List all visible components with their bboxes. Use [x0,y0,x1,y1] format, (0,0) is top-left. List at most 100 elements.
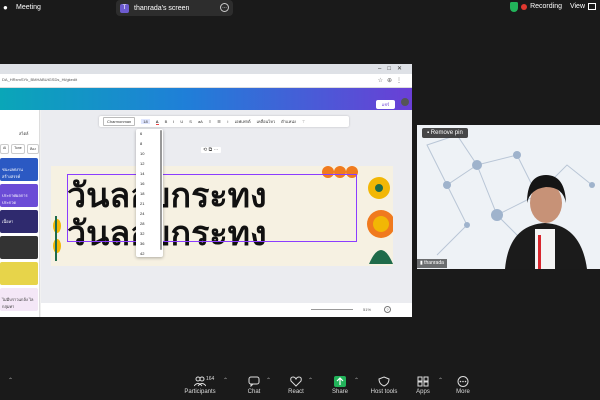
paw-icon: ● [3,3,8,12]
align-icon[interactable]: ≡ [209,119,211,124]
thumbnail-caption: เนื้อหา [2,219,14,224]
share-label: Share [331,389,348,395]
presenter [505,175,587,269]
font-size-option[interactable]: 21 [136,199,163,209]
text-toolbar: Charmonman 18 A B I U S aA ≡ ☰ ↕ เอฟเฟกต… [99,116,349,127]
template-thumbnail[interactable] [0,236,38,259]
heart-icon [290,376,302,387]
filter-chip[interactable]: Tone [11,144,25,154]
screen-share-indicator[interactable]: T thanrada's screen … [116,0,233,16]
zoom-slider[interactable] [311,309,353,310]
help-icon[interactable]: ? [384,306,391,313]
share-design-button[interactable]: แชร์ [376,100,395,109]
chevron-up-icon[interactable]: ⌃ [308,377,313,384]
font-size-option[interactable]: 28 [136,219,163,229]
font-size-option[interactable]: 6 [136,129,163,139]
meeting-top-bar: ● Meeting T thanrada's screen … Recordin… [0,0,600,16]
apps-label: Apps [416,389,430,395]
chevron-up-icon[interactable]: ⌃ [8,377,13,384]
letter-case-button[interactable]: aA [198,119,203,124]
font-size-option[interactable]: 10 [136,149,163,159]
more-options-icon[interactable]: … [220,3,229,12]
participant-name: thanrada [424,260,444,266]
font-size-option[interactable]: 14 [136,169,163,179]
participant-name-tag: ▮ thanrada [417,259,447,268]
element-quick-actions[interactable]: ⟲ ⧉ ⋯ [201,147,221,153]
canvas-heading-line-2[interactable]: วันลอยกระทง [67,206,267,260]
dropdown-scrollbar[interactable] [160,130,162,250]
apps-icon [417,376,429,387]
recording-label: Recording [530,3,562,10]
yellow-leaf-decoration [53,216,61,261]
browser-toolbar-icons[interactable]: ☆⊕⋮ [378,77,406,84]
window-controls[interactable]: –□✕ [378,65,408,72]
security-shield-icon[interactable] [510,2,518,12]
zoom-level[interactable]: 51% [363,307,371,312]
effects-button[interactable]: เอฟเฟกต์ [235,118,251,125]
participant-video-tile[interactable]: ▪ Remove pin ▮ thanrada [417,125,600,269]
close-icon[interactable] [401,98,409,106]
filter-chip[interactable]: Al [0,144,10,154]
font-select[interactable]: Charmonman [103,117,136,126]
chat-icon [248,376,260,387]
paint-format-icon[interactable]: ⊤ [302,119,305,124]
screen-owner-avatar: T [120,3,129,13]
browser-tab-bar: –□✕ [0,64,412,74]
template-thumbnail[interactable] [0,262,38,285]
font-size-option[interactable]: 8 [136,139,163,149]
view-button[interactable]: View [570,3,596,10]
chevron-up-icon[interactable]: ⌃ [223,377,228,384]
position-button[interactable]: ตำแหน่ง [281,118,296,125]
remove-pin-label: Remove pin [430,130,463,136]
chevron-up-icon[interactable]: ⌃ [354,377,359,384]
design-canvas[interactable]: วันลอยกระทง วันลอยกระทง [51,166,393,266]
underline-button[interactable]: U [180,119,183,124]
chat-label: Chat [247,389,261,395]
browser-url[interactable]: DA_HRxmSYk_BMHABUtGSDs_Hl/gkedit [2,77,77,82]
list-icon[interactable]: ☰ [217,119,221,124]
text-color-button[interactable]: A [155,119,159,125]
view-label: View [569,3,585,10]
browser-address-bar[interactable]: DA_HRxmSYk_BMHABUtGSDs_Hl/gkedit ☆⊕⋮ [0,74,412,88]
font-size-option[interactable]: 16 [136,179,163,189]
side-panel-title: สไตล์ [19,131,29,136]
strike-button[interactable]: S [189,119,192,124]
font-size-option[interactable]: 36 [136,239,163,249]
bold-button[interactable]: B [165,119,168,124]
app-title-group: ● Meeting [3,3,41,12]
record-dot-icon [521,3,528,10]
template-thumbnail[interactable]: ประกาศผลการประกวด [0,184,38,207]
font-size-option[interactable]: 42 [136,249,163,259]
canva-editor: Charmonman 18 A B I U S aA ≡ ☰ ↕ เอฟเฟกต… [41,110,412,317]
spacing-icon[interactable]: ↕ [227,119,229,124]
filter-chip[interactable]: ห้อง [26,144,39,154]
participants-icon [194,376,206,387]
chevron-up-icon[interactable]: ⌃ [266,377,271,384]
host-tools-button[interactable]: Host tools [362,376,406,395]
font-size-option[interactable]: 32 [136,229,163,239]
participant-video-image [426,134,595,269]
more-button[interactable]: More [441,376,485,395]
more-label: More [456,389,470,395]
shared-screen: –□✕ DA_HRxmSYk_BMHABUtGSDs_Hl/gkedit ☆⊕⋮… [0,64,412,317]
font-size-option[interactable]: 12 [136,159,163,169]
font-size-option[interactable]: 18 [136,189,163,199]
template-thumbnail[interactable]: ไม่มีบราวแกล้ง ไลกลุ่มทา [0,288,38,311]
participants-button[interactable]: 164 Participants [178,376,222,395]
shield-icon [378,376,390,387]
canva-header: แชร์ [0,88,412,110]
meeting-controls: ⌃ 164 Participants ⌃ Chat ⌃ React ⌃ Shar… [0,372,600,400]
zoom-meeting-window: ● Meeting T thanrada's screen … Recordin… [0,0,600,400]
italic-button[interactable]: I [173,119,174,124]
font-size-input[interactable]: 18 [141,119,150,124]
animate-button[interactable]: เคลื่อนไหว [257,118,276,125]
template-thumbnail[interactable]: เนื้อหา [0,210,38,233]
more-icon [457,376,469,387]
screen-owner-label: thanrada's screen [134,4,190,12]
host-tools-label: Host tools [370,389,398,395]
font-size-option[interactable]: 24 [136,209,163,219]
recording-indicator[interactable]: Recording [521,3,562,10]
template-thumbnail[interactable]: ชนะเลศงานสร้างสรรค์ [0,158,38,181]
remove-pin-button[interactable]: ▪ Remove pin [422,128,468,138]
font-size-dropdown[interactable]: 6 8 10 12 14 16 18 21 24 28 32 36 42 [136,129,163,257]
